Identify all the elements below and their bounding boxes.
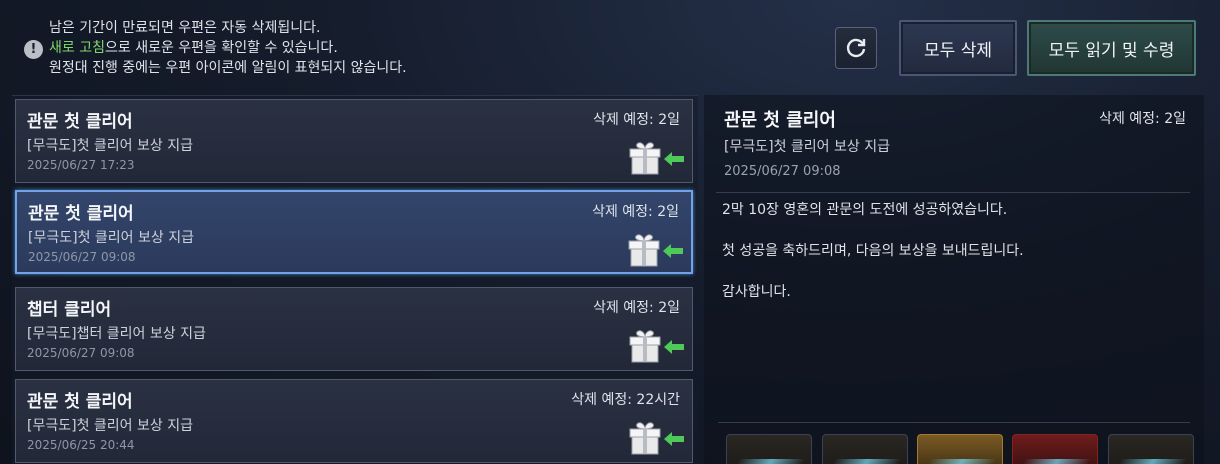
reward-glint	[1020, 459, 1092, 464]
mail-date: 2025/06/27 09:08	[27, 346, 135, 360]
gift-icon	[629, 330, 661, 363]
notice-line-expiry: 남은 기간이 만료되면 우편은 자동 삭제됩니다.	[49, 20, 321, 36]
mail-title: 관문 첫 클리어	[27, 392, 133, 412]
mail-list-item[interactable]: 챕터 클리어 [무극도]챕터 클리어 보상 지급 2025/06/27 09:08 삭…	[15, 287, 693, 371]
notice-line-refresh-rest: 으로 새로운 우편을 확인할 수 있습니다.	[104, 40, 338, 56]
detail-divider	[716, 192, 1190, 193]
detail-body-line: 감사합니다.	[722, 284, 791, 300]
arrow-left-icon	[664, 432, 684, 446]
mail-detail-panel: 관문 첫 클리어 삭제 예정: 2일 [무극도]첫 클리어 보상 지급 2025…	[704, 95, 1204, 464]
mail-title: 관문 첫 클리어	[27, 112, 133, 132]
detail-body-line: 첫 성공을 축하드리며, 다음의 보상을 보내드립니다.	[722, 243, 1024, 259]
refresh-button[interactable]	[835, 27, 877, 69]
mail-subtitle: [무극도]첫 클리어 보상 지급	[27, 418, 193, 434]
mail-list-item[interactable]: 관문 첫 클리어 [무극도]첫 클리어 보상 지급 2025/06/25 20:44…	[15, 379, 693, 463]
mail-date: 2025/06/25 20:44	[27, 438, 135, 452]
reward-item-icon[interactable]	[726, 434, 812, 464]
detail-subtitle: [무극도]첫 클리어 보상 지급	[724, 139, 890, 155]
arrow-left-icon	[663, 244, 683, 258]
notice-box: ! 남은 기간이 만료되면 우편은 자동 삭제됩니다. 새로 고침으로 새로운 …	[24, 18, 544, 78]
gift-icon	[629, 422, 661, 455]
reward-divider	[718, 422, 1190, 423]
mail-expiry: 삭제 예정: 2일	[593, 112, 680, 128]
read-receive-all-button[interactable]: 모두 읽기 및 수령	[1027, 20, 1196, 76]
detail-title: 관문 첫 클리어	[724, 110, 836, 131]
detail-date: 2025/06/27 09:08	[724, 164, 841, 179]
reward-glint	[734, 459, 806, 464]
delete-all-button[interactable]: 모두 삭제	[899, 20, 1017, 76]
gift-icon	[628, 234, 660, 267]
arrow-left-icon	[664, 152, 684, 166]
reward-item-icon[interactable]	[1012, 434, 1098, 464]
mail-date: 2025/06/27 17:23	[27, 158, 135, 172]
mail-expiry: 삭제 예정: 2일	[592, 204, 679, 220]
mail-list-item[interactable]: 관문 첫 클리어 [무극도]첫 클리어 보상 지급 2025/06/27 17:23…	[15, 99, 693, 183]
notice-line-refresh: 새로 고침으로 새로운 우편을 확인할 수 있습니다.	[49, 38, 544, 58]
mail-subtitle: [무극도]첫 클리어 보상 지급	[28, 230, 194, 246]
detail-body: 2막 10장 영혼의 관문의 도전에 성공하였습니다. 첫 성공을 축하드리며,…	[722, 199, 1192, 322]
mail-expiry: 삭제 예정: 22시간	[571, 392, 680, 408]
mail-expiry: 삭제 예정: 2일	[593, 300, 680, 316]
mail-subtitle: [무극도]첫 클리어 보상 지급	[27, 138, 193, 154]
reward-glint	[1116, 459, 1188, 464]
refresh-icon	[846, 38, 866, 58]
detail-body-line: 2막 10장 영혼의 관문의 도전에 성공하였습니다.	[722, 202, 1008, 218]
mail-subtitle: [무극도]챕터 클리어 보상 지급	[27, 326, 206, 342]
reward-glint	[830, 459, 902, 464]
reward-item-icon[interactable]	[822, 434, 908, 464]
notice-line-expedition: 원정대 진행 중에는 우편 아이콘에 알림이 표현되지 않습니다.	[49, 60, 407, 76]
reward-item-icon[interactable]	[1108, 434, 1194, 464]
mail-title: 챕터 클리어	[27, 300, 112, 320]
mail-list: 관문 첫 클리어 [무극도]첫 클리어 보상 지급 2025/06/27 17:23…	[12, 95, 698, 464]
reward-glint	[925, 459, 997, 464]
detail-expiry: 삭제 예정: 2일	[1099, 111, 1186, 127]
mail-date: 2025/06/27 09:08	[28, 250, 136, 264]
refresh-highlight: 새로 고침	[49, 40, 105, 56]
mail-list-item[interactable]: 관문 첫 클리어 [무극도]첫 클리어 보상 지급 2025/06/27 09:08…	[15, 190, 693, 274]
arrow-left-icon	[664, 340, 684, 354]
reward-item-icon[interactable]	[917, 434, 1003, 464]
gift-icon	[629, 142, 661, 175]
exclamation-icon: !	[24, 40, 43, 59]
mail-title: 관문 첫 클리어	[28, 204, 134, 224]
